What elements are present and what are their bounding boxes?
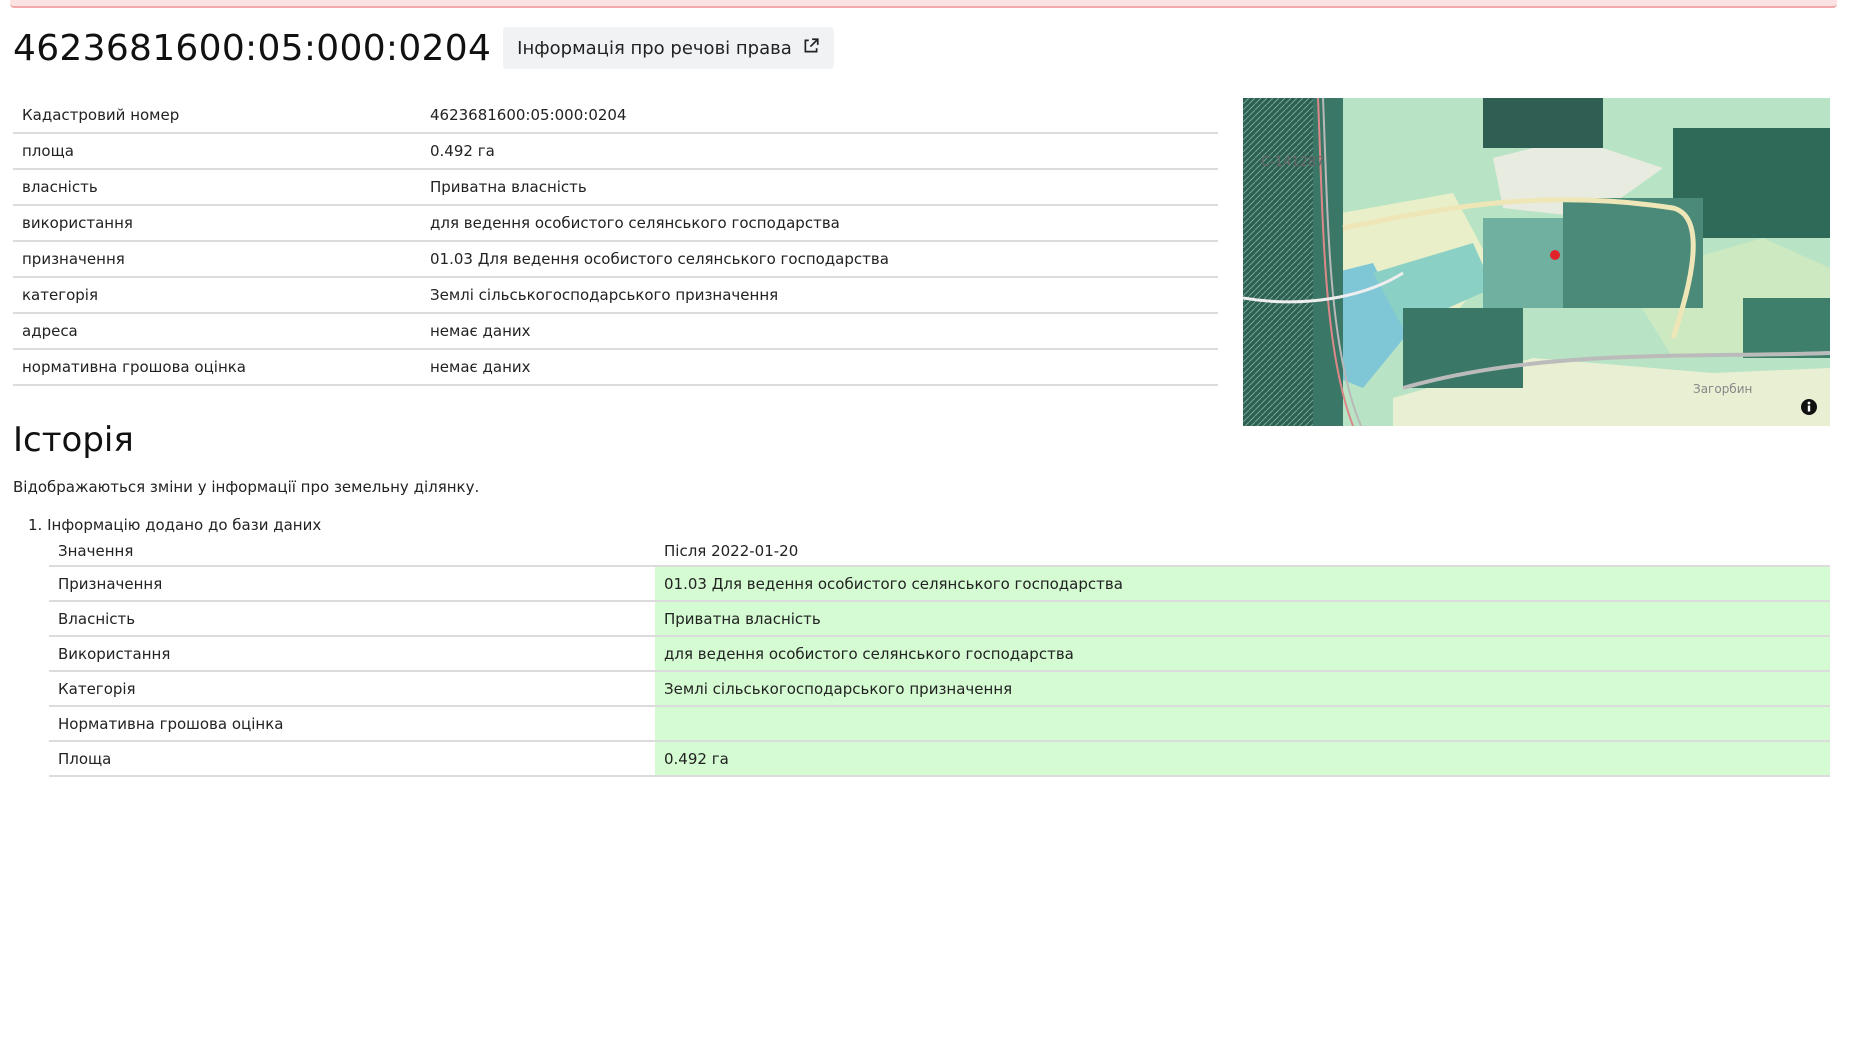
change-value: для ведення особистого селянського госпо… bbox=[655, 636, 1830, 672]
info-circle-icon[interactable] bbox=[1800, 398, 1818, 416]
info-value: 4623681600:05:000:0204 bbox=[421, 98, 1218, 134]
list-item: 1. Інформацію додано до бази даних bbox=[28, 516, 321, 534]
table-header-row: Значення Після 2022-01-20 bbox=[49, 537, 1830, 567]
table-row: Площа 0.492 га bbox=[49, 741, 1830, 777]
page-header: 4623681600:05:000:0204 Інформація про ре… bbox=[13, 25, 834, 71]
table-row: Категорія Землі сільськогосподарського пр… bbox=[49, 671, 1830, 707]
table-row: категорія Землі сільськогосподарського пр… bbox=[13, 277, 1218, 314]
change-value: Землі сільськогосподарського призначення bbox=[655, 671, 1830, 707]
info-value: Землі сільськогосподарського призначення bbox=[421, 277, 1218, 314]
table-row: використання для ведення особистого селян… bbox=[13, 205, 1218, 242]
table-row: нормативна грошова оцінка немає даних bbox=[13, 349, 1218, 386]
table-row: призначення 01.03 Для ведення особистого … bbox=[13, 241, 1218, 278]
info-key: адреса bbox=[13, 313, 421, 350]
info-key: використання bbox=[13, 205, 421, 242]
history-change-table: Значення Після 2022-01-20 Призначення 01.… bbox=[49, 537, 1830, 777]
table-row: власність Приватна власність bbox=[13, 169, 1218, 206]
history-description: Відображаються зміни у інформації про зе… bbox=[13, 478, 480, 496]
table-row: Призначення 01.03 Для ведення особистого … bbox=[49, 566, 1830, 602]
map-label: С-141287 bbox=[1261, 155, 1324, 170]
map-label: Загорбин bbox=[1693, 382, 1752, 396]
change-key: Використання bbox=[49, 636, 655, 672]
map-canvas[interactable]: С-141287 Загорбин bbox=[1243, 98, 1830, 426]
change-key: Власність bbox=[49, 601, 655, 637]
info-value: для ведення особистого селянського госпо… bbox=[421, 205, 1218, 242]
table-row: Нормативна грошова оцінка bbox=[49, 706, 1830, 742]
table-row: площа 0.492 га bbox=[13, 133, 1218, 170]
change-value bbox=[655, 706, 1830, 742]
change-value: 01.03 Для ведення особистого селянського… bbox=[655, 566, 1830, 602]
table-row: Власність Приватна власність bbox=[49, 601, 1830, 637]
rights-info-button-label: Інформація про речові права bbox=[517, 37, 792, 59]
change-key: Площа bbox=[49, 741, 655, 777]
change-value: 0.492 га bbox=[655, 741, 1830, 777]
change-value: Приватна власність bbox=[655, 601, 1830, 637]
parcel-map[interactable]: С-141287 Загорбин bbox=[1243, 98, 1830, 426]
change-key: Призначення bbox=[49, 566, 655, 602]
info-key: площа bbox=[13, 133, 421, 170]
parcel-info-table: Кадастровий номер 4623681600:05:000:0204 … bbox=[13, 98, 1218, 386]
table-row: Кадастровий номер 4623681600:05:000:0204 bbox=[13, 98, 1218, 134]
page-title: 4623681600:05:000:0204 bbox=[13, 27, 492, 69]
external-link-icon bbox=[802, 37, 820, 60]
history-title: Історія bbox=[13, 420, 134, 460]
column-header-value: Після 2022-01-20 bbox=[655, 537, 1830, 567]
alert-banner-edge bbox=[10, 0, 1837, 8]
change-key: Категорія bbox=[49, 671, 655, 707]
info-key: власність bbox=[13, 169, 421, 206]
info-key: Кадастровий номер bbox=[13, 98, 421, 134]
info-key: призначення bbox=[13, 241, 421, 278]
table-row: Використання для ведення особистого селян… bbox=[49, 636, 1830, 672]
info-value: 01.03 Для ведення особистого селянського… bbox=[421, 241, 1218, 278]
history-item-number: 1. bbox=[28, 516, 43, 534]
table-row: адреса немає даних bbox=[13, 313, 1218, 350]
info-key: категорія bbox=[13, 277, 421, 314]
rights-info-button[interactable]: Інформація про речові права bbox=[503, 27, 834, 69]
info-value: Приватна власність bbox=[421, 169, 1218, 206]
info-value: 0.492 га bbox=[421, 133, 1218, 170]
info-value: немає даних bbox=[421, 349, 1218, 386]
history-item-title: Інформацію додано до бази даних bbox=[47, 516, 322, 534]
change-key: Нормативна грошова оцінка bbox=[49, 706, 655, 742]
column-header-key: Значення bbox=[49, 537, 655, 567]
info-key: нормативна грошова оцінка bbox=[13, 349, 421, 386]
info-value: немає даних bbox=[421, 313, 1218, 350]
history-list: 1. Інформацію додано до бази даних bbox=[28, 516, 321, 534]
